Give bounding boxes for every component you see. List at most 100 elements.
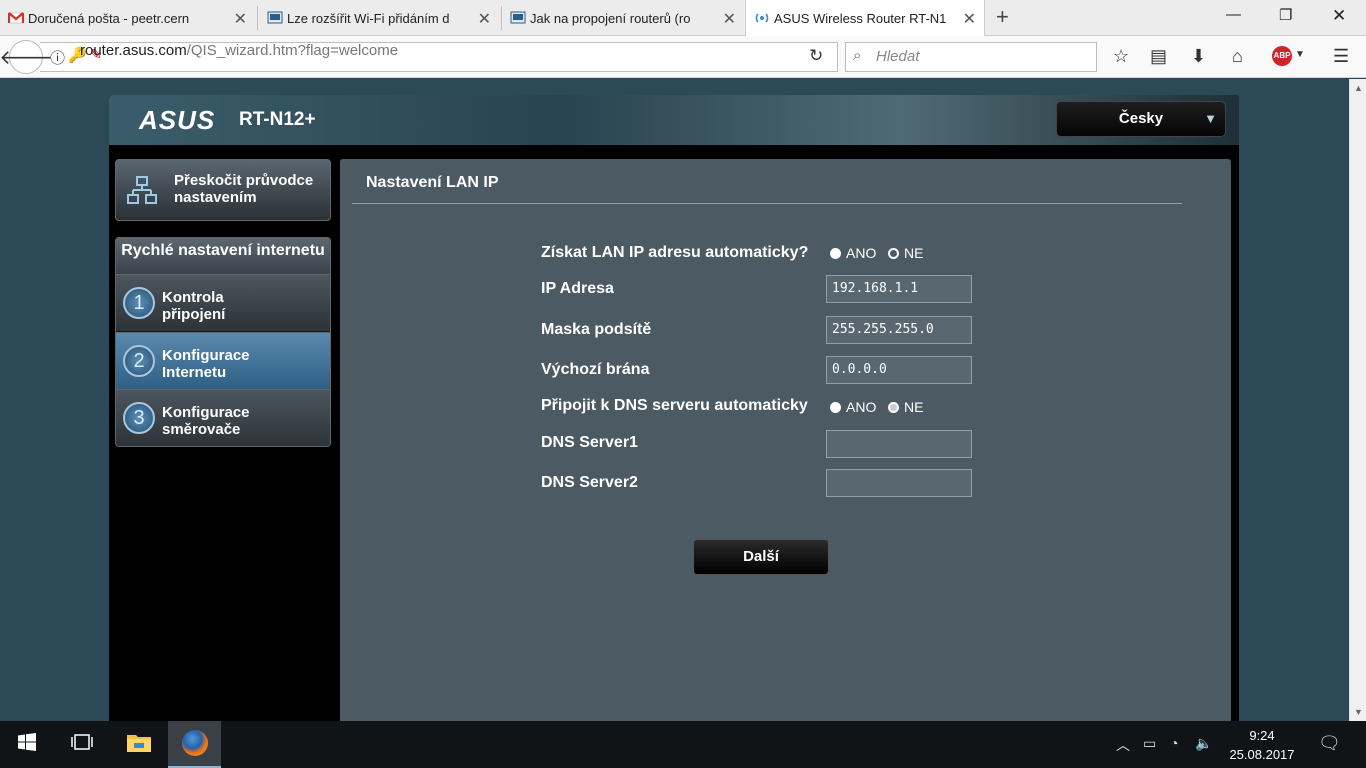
arrow-left-icon: 🡐 xyxy=(0,46,53,69)
task-view-icon xyxy=(71,733,93,757)
search-icon: ⌕ xyxy=(853,47,862,64)
tab-gmail[interactable]: Doručená pošta - peetr.cern ✕ xyxy=(0,0,255,36)
notifications-icon[interactable]: 🗨 xyxy=(1318,733,1341,754)
minimize-icon[interactable]: — xyxy=(1226,6,1241,23)
router-frame: ASUS RT-N12+ Česky ▼ Přeskočit průvodce … xyxy=(109,95,1239,721)
home-icon[interactable]: ⌂ xyxy=(1232,46,1243,67)
chevron-up-icon[interactable]: ︿ xyxy=(1116,735,1130,755)
wifi-icon[interactable]: ◔ xyxy=(1170,735,1178,751)
step-internet-config[interactable]: 2 Konfigurace Internetu xyxy=(116,332,330,389)
battery-icon[interactable]: ▭ xyxy=(1143,735,1156,752)
reading-list-icon[interactable]: ▤ xyxy=(1150,46,1167,67)
language-select[interactable]: Česky ▼ xyxy=(1056,101,1226,137)
step-number: 1 xyxy=(123,287,155,319)
url-path: /QIS_wizard.htm?flag=welcome xyxy=(186,42,399,59)
volume-icon[interactable]: 🔈 xyxy=(1195,735,1212,752)
dns-server1-input[interactable] xyxy=(826,430,972,458)
subnet-mask-input[interactable]: 255.255.255.0 xyxy=(826,316,972,344)
step-label: Konfigurace směrovače xyxy=(162,404,250,438)
auto-ip-yes-radio[interactable]: ANO xyxy=(830,245,876,261)
dns2-label: DNS Server2 xyxy=(541,474,638,491)
lan-ip-panel: Nastavení LAN IP Získat LAN IP adresu au… xyxy=(340,159,1231,721)
menu-icon[interactable]: ☰ xyxy=(1333,46,1349,67)
auto-ip-no-radio[interactable]: NE xyxy=(888,245,923,261)
browser-tab-bar: Doručená pošta - peetr.cern ✕ Lze rozšíř… xyxy=(0,0,1366,36)
page-content: ASUS RT-N12+ Česky ▼ Přeskočit průvodce … xyxy=(0,79,1349,721)
ip-address-input[interactable]: 192.168.1.1 xyxy=(826,275,972,303)
search-placeholder: Hledat xyxy=(876,48,920,65)
clock-date: 25.08.2017 xyxy=(1229,747,1295,762)
tab-router-article[interactable]: Jak na propojení routerů (ro ✕ xyxy=(502,0,744,36)
step-connection-check[interactable]: 1 Kontrola připojení xyxy=(116,274,330,331)
browser-nav-bar: 🡐 ⓘ 🔑 ✎ router.asus.com/QIS_wizard.htm?f… xyxy=(0,36,1366,78)
skip-wizard-label: Přeskočit průvodce nastavením xyxy=(174,172,314,206)
close-window-icon[interactable]: ✕ xyxy=(1332,6,1346,26)
mask-label: Maska podsítě xyxy=(541,321,652,338)
scroll-up-icon[interactable]: ▲ xyxy=(1354,83,1363,93)
wireless-icon xyxy=(754,10,770,26)
dropdown-arrow-icon: ▼ xyxy=(1204,111,1217,126)
tab-asus-router[interactable]: ASUS Wireless Router RT-N1 ✕ xyxy=(745,0,985,36)
task-view-button[interactable] xyxy=(56,721,108,768)
tab-separator xyxy=(257,6,258,30)
dns-server2-input[interactable] xyxy=(826,469,972,497)
divider xyxy=(352,203,1182,204)
asus-logo: ASUS xyxy=(139,105,216,135)
scroll-down-icon[interactable]: ▼ xyxy=(1354,707,1363,717)
windows-icon xyxy=(18,732,36,757)
download-icon[interactable]: ⬇ xyxy=(1191,46,1206,67)
step-number: 3 xyxy=(123,402,155,434)
restore-icon[interactable]: ❐ xyxy=(1279,6,1292,24)
bookmark-star-icon[interactable]: ☆ xyxy=(1113,46,1129,67)
reload-icon[interactable]: ↻ xyxy=(809,46,823,66)
auto-ip-label: Získat LAN IP adresu automaticky? xyxy=(541,244,809,261)
url-text[interactable]: router.asus.com/QIS_wizard.htm?flag=welc… xyxy=(80,42,398,59)
panel-title: Nastavení LAN IP xyxy=(366,174,499,191)
tab-title: ASUS Wireless Router RT-N1 xyxy=(774,10,946,26)
info-icon[interactable]: ⓘ xyxy=(50,47,65,68)
folder-icon xyxy=(126,731,152,759)
step-label: Konfigurace Internetu xyxy=(162,347,250,381)
step-label: Kontrola připojení xyxy=(162,289,226,323)
tab-title: Doručená pošta - peetr.cern xyxy=(28,10,190,26)
skip-wizard-button[interactable]: Přeskočit průvodce nastavením xyxy=(115,159,331,221)
quick-setup-title: Rychlé nastavení internetu xyxy=(116,238,330,274)
chevron-down-icon[interactable]: ▼ xyxy=(1295,49,1305,60)
search-input[interactable]: Hledat xyxy=(845,42,1097,72)
step-number: 2 xyxy=(123,345,155,377)
clock-time: 9:24 xyxy=(1249,728,1275,743)
windows-taskbar: ︿ ▭ ◔ 🔈 9:24 25.08.2017 🗨 xyxy=(0,721,1366,768)
next-button[interactable]: Další xyxy=(693,539,829,575)
radio-dot xyxy=(830,401,841,413)
language-value: Česky xyxy=(1118,110,1164,127)
adblock-icon[interactable]: ABP xyxy=(1272,46,1292,66)
tab-title: Lze rozšířit Wi-Fi přidáním d xyxy=(287,10,450,26)
radio-dot xyxy=(888,401,899,413)
page-scrollbar[interactable]: ▲ ▼ xyxy=(1349,79,1366,721)
tab-title: Jak na propojení routerů (ro xyxy=(530,10,691,26)
page-icon xyxy=(510,10,526,26)
firefox-taskbar-button[interactable] xyxy=(168,721,221,768)
tab-wifi-article[interactable]: Lze rozšířit Wi-Fi přidáním d ✕ xyxy=(259,0,499,36)
start-button[interactable] xyxy=(0,721,54,768)
radio-label: NE xyxy=(904,399,924,415)
new-tab-button[interactable]: + xyxy=(996,4,1009,30)
router-header: ASUS RT-N12+ Česky ▼ xyxy=(109,95,1239,145)
close-tab-icon[interactable]: ✕ xyxy=(723,9,736,29)
dns1-label: DNS Server1 xyxy=(541,434,638,451)
clock[interactable]: 9:24 25.08.2017 xyxy=(1225,726,1299,764)
auto-dns-yes-radio[interactable]: ANO xyxy=(830,399,876,415)
step-router-config[interactable]: 3 Konfigurace směrovače xyxy=(116,389,330,446)
back-button[interactable]: 🡐 xyxy=(0,40,53,74)
gateway-label: Výchozí brána xyxy=(541,361,650,378)
close-tab-icon[interactable]: ✕ xyxy=(234,9,247,29)
gateway-input[interactable]: 0.0.0.0 xyxy=(826,356,972,384)
gmail-icon xyxy=(7,10,25,26)
close-tab-icon[interactable]: ✕ xyxy=(478,9,491,29)
radio-label: ANO xyxy=(846,399,877,415)
auto-dns-no-radio[interactable]: NE xyxy=(888,399,923,415)
network-icon xyxy=(126,174,158,206)
file-explorer-button[interactable] xyxy=(113,721,165,768)
close-tab-icon[interactable]: ✕ xyxy=(963,9,976,29)
auto-dns-label: Připojit k DNS serveru automaticky xyxy=(541,397,808,414)
